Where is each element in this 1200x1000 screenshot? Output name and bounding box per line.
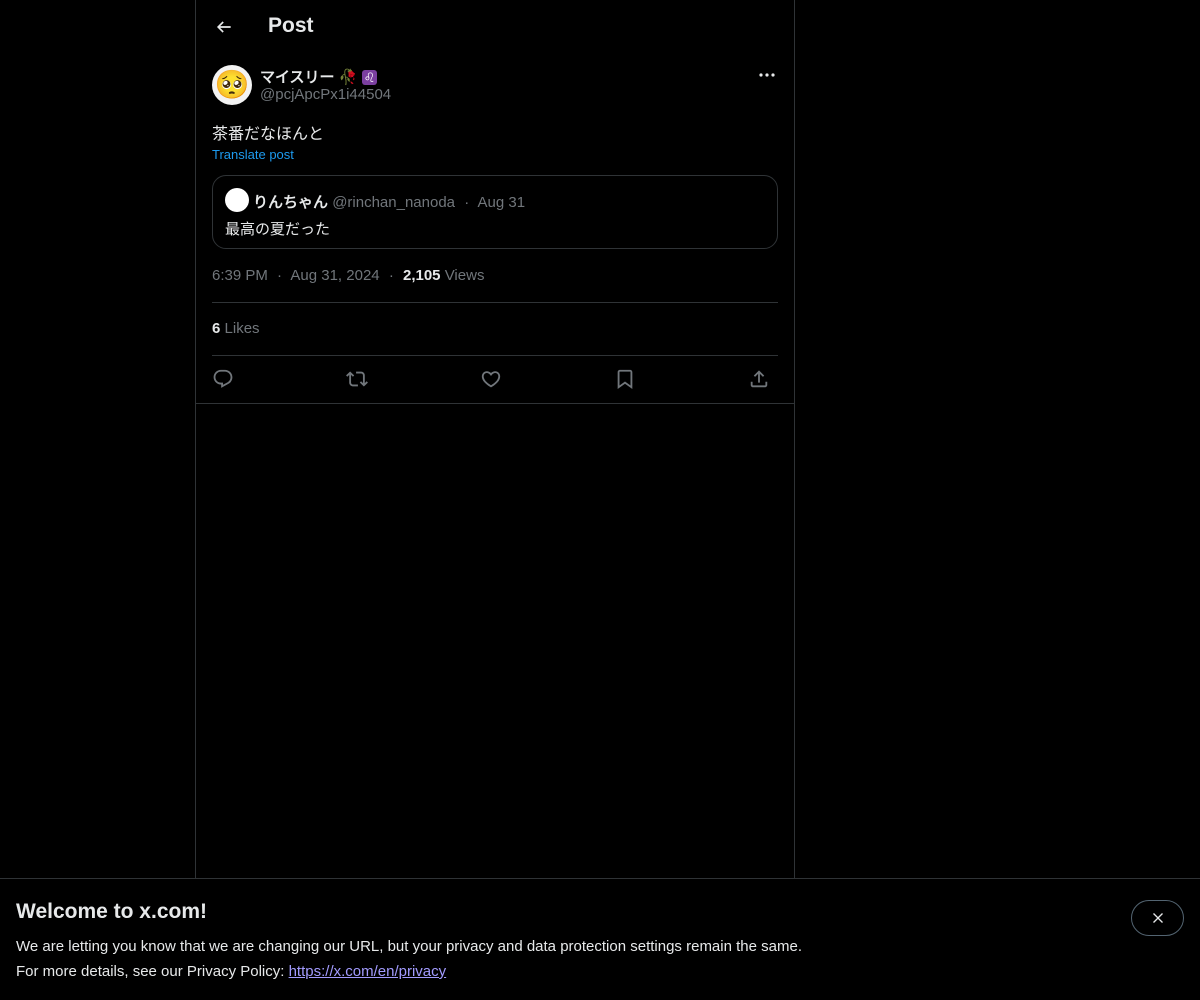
post-time[interactable]: 6:39 PM [212,267,268,284]
meta-separator: · [388,267,394,284]
translate-post-link[interactable]: Translate post [212,147,294,162]
share-icon [748,368,770,390]
post-date[interactable]: Aug 31, 2024 [290,267,379,284]
wilted-flower-badge: 🥀 [338,69,358,86]
author-handle[interactable]: @pcjApcPx1i44504 [260,86,391,103]
post-text: 茶番だなほんと [212,126,325,143]
action-bar [212,364,778,394]
repost-icon [346,368,368,390]
primary-column: Post 🥺 マイスリー 🥀 ♌ @pcjApcPx1i44504 茶番だなほん… [195,0,795,1000]
quote-author-handle: @rinchan_nanoda [332,194,456,211]
banner-policy-line: For more details, see our Privacy Policy… [16,963,446,980]
quote-text: 最高の夏だった [225,221,331,238]
repost-button[interactable] [342,364,372,394]
quote-avatar [225,188,249,212]
banner-policy-prefix: For more details, see our Privacy Policy… [16,963,289,980]
post-bottom-border [196,403,794,404]
post-author: 🥺 マイスリー 🥀 ♌ @pcjApcPx1i44504 [212,64,778,106]
divider [212,302,778,303]
likes-summary[interactable]: 6 Likes [212,320,260,337]
share-button[interactable] [744,364,774,394]
views-label: Views [444,267,485,284]
quote-date: Aug 31 [477,194,526,211]
quote-author-name: りんちゃん [253,194,329,211]
banner-message: We are letting you know that we are chan… [16,938,802,955]
likes-label: Likes [224,320,260,337]
close-icon [1150,910,1166,926]
quoted-post[interactable]: りんちゃん @rinchan_nanoda · Aug 31 最高の夏だった [212,175,778,249]
author-name: マイスリー [260,69,335,86]
page-title: Post [268,14,314,37]
bookmark-icon [614,368,636,390]
more-options-button[interactable] [756,66,778,84]
reply-button[interactable] [208,364,238,394]
back-button[interactable] [208,11,240,43]
divider [212,355,778,356]
meta-separator: · [277,267,283,284]
leo-badge: ♌ [361,70,378,85]
arrow-left-icon [214,17,234,37]
banner-title: Welcome to x.com! [16,900,207,923]
banner-close-button[interactable] [1131,900,1184,936]
likes-count: 6 [212,320,221,337]
more-horizontal-icon [759,73,775,77]
privacy-policy-link[interactable]: https://x.com/en/privacy [289,963,447,980]
post-meta: 6:39 PM · Aug 31, 2024 · 2,105 Views [212,267,484,284]
pleading-face-icon: 🥺 [214,69,250,100]
avatar[interactable]: 🥺 [212,65,252,105]
quote-separator: · [464,194,470,211]
top-bar: Post [196,0,794,54]
url-change-banner: Welcome to x.com! We are letting you kno… [0,878,1200,1000]
quote-header: りんちゃん @rinchan_nanoda · Aug 31 [253,191,525,212]
views-count: 2,105 [402,267,441,284]
like-button[interactable] [476,364,506,394]
author-name-group[interactable]: マイスリー 🥀 ♌ [260,66,378,87]
bookmark-button[interactable] [610,364,640,394]
reply-icon [212,368,234,390]
heart-icon [480,368,502,390]
